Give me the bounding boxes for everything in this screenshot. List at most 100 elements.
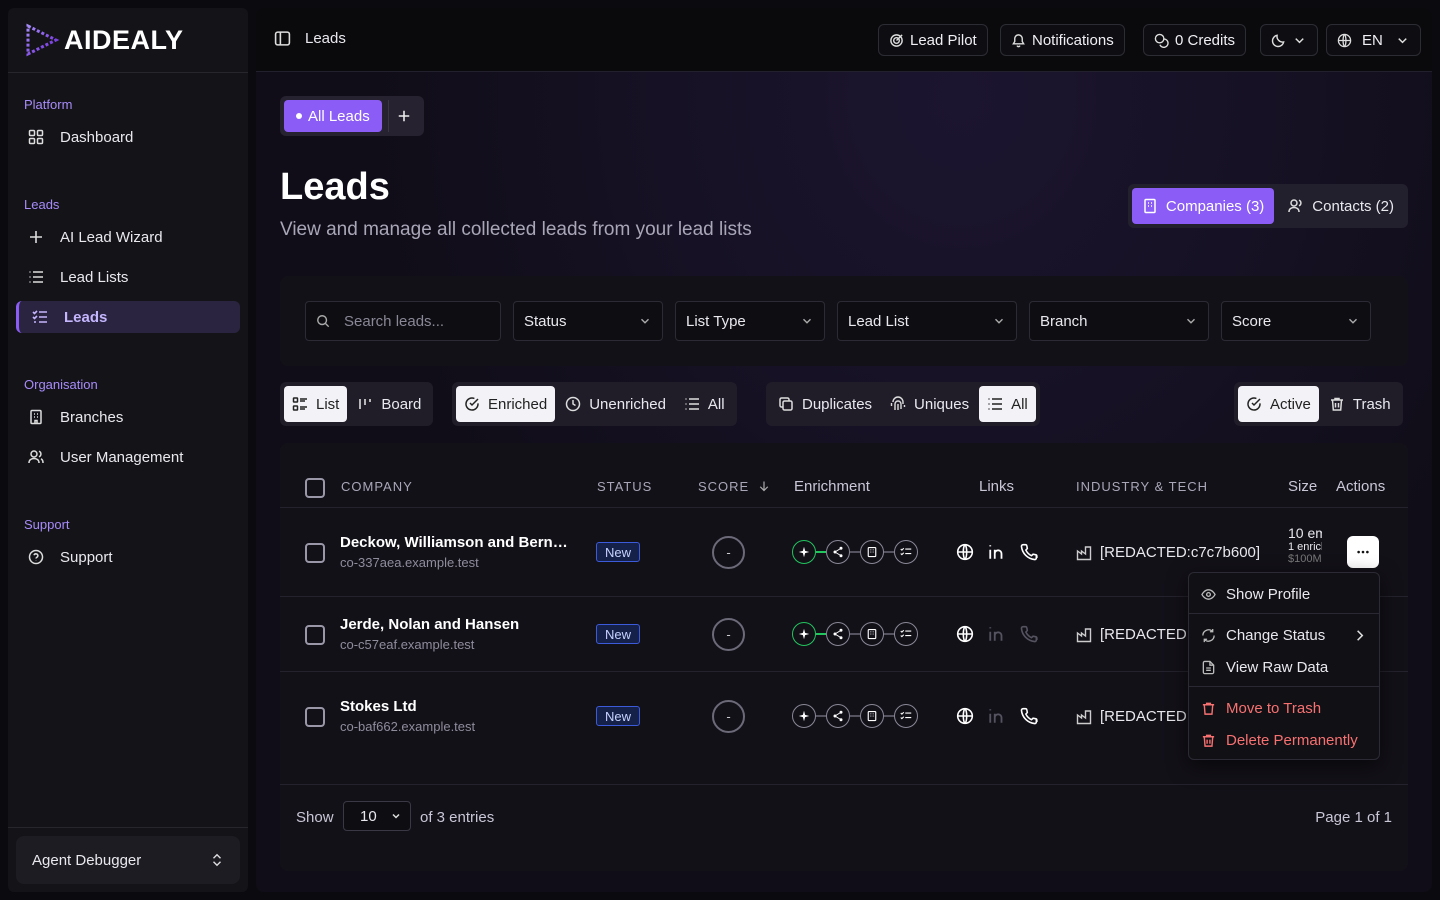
- companies-toggle[interactable]: Companies (3): [1131, 188, 1275, 224]
- unenriched-toggle[interactable]: Unenriched: [557, 386, 674, 422]
- globe-icon[interactable]: [956, 707, 974, 725]
- row-actions-menu: Show Profile Change Status View Raw Data…: [1188, 572, 1380, 760]
- credits-button[interactable]: 0 Credits: [1143, 24, 1247, 56]
- lead-list-filter[interactable]: Lead List: [837, 301, 1017, 341]
- sidebar-item-dashboard[interactable]: Dashboard: [16, 121, 240, 153]
- help-circle-icon: [28, 549, 44, 565]
- group-label-organisation: Organisation: [24, 377, 98, 392]
- tab-all-leads[interactable]: All Leads: [284, 100, 382, 132]
- status-badge: New: [596, 624, 641, 644]
- logo-icon: [26, 23, 60, 57]
- sidebar-item-support[interactable]: Support: [16, 541, 240, 573]
- phone-icon[interactable]: [1020, 707, 1038, 725]
- page-size-select[interactable]: 10: [343, 801, 411, 831]
- all-duplicates-toggle[interactable]: All: [979, 386, 1036, 422]
- sidebar-item-user-management[interactable]: User Management: [16, 441, 240, 473]
- table-header: COMPANY STATUS SCORE Enrichment Links IN…: [280, 443, 1408, 508]
- score-filter[interactable]: Score: [1221, 301, 1371, 341]
- add-view-button[interactable]: [387, 100, 420, 132]
- contacts-toggle[interactable]: Contacts (2): [1278, 188, 1404, 224]
- enrichment-toggle: Enriched Unenriched All: [452, 382, 737, 426]
- size-revenue: $100M: [1288, 553, 1322, 565]
- sidebar-toggle-icon[interactable]: [274, 30, 291, 47]
- language-selector[interactable]: EN: [1326, 24, 1421, 56]
- group-label-support: Support: [24, 517, 70, 532]
- menu-move-to-trash[interactable]: Move to Trash: [1201, 694, 1367, 722]
- check-circle-icon: [1247, 397, 1261, 411]
- show-label: Show: [296, 809, 334, 826]
- company-domain: co-c57eaf.example.test: [340, 637, 475, 652]
- step-connector: [884, 551, 894, 553]
- sidebar-item-lead-lists[interactable]: Lead Lists: [16, 261, 240, 293]
- step-connector: [884, 715, 894, 717]
- search-placeholder: Search leads...: [344, 312, 445, 330]
- page-subtitle: View and manage all collected leads from…: [280, 219, 752, 240]
- menu-delete-permanently[interactable]: Delete Permanently: [1201, 726, 1367, 754]
- topbar-left: Leads: [274, 30, 346, 47]
- sidebar-item-ai-lead-wizard[interactable]: AI Lead Wizard: [16, 221, 240, 253]
- brand-logo[interactable]: AIDEALY: [24, 22, 184, 58]
- uniques-toggle[interactable]: Uniques: [882, 386, 977, 422]
- sidebar-item-branches[interactable]: Branches: [16, 401, 240, 433]
- duplicates-toggle[interactable]: Duplicates: [770, 386, 880, 422]
- company-name[interactable]: Deckow, Williamson and Bernhard: [340, 534, 568, 551]
- plus-icon: [30, 231, 42, 243]
- select-all-checkbox[interactable]: [305, 478, 325, 498]
- chevrons-up-down-icon: [213, 853, 221, 867]
- list-type-filter[interactable]: List Type: [675, 301, 825, 341]
- status-filter[interactable]: Status: [513, 301, 663, 341]
- active-dot: [296, 113, 302, 119]
- trash-view-toggle[interactable]: Trash: [1321, 386, 1399, 422]
- linkedin-icon[interactable]: [988, 543, 1006, 561]
- company-name[interactable]: Stokes Ltd: [340, 698, 568, 715]
- theme-toggle-button[interactable]: [1260, 24, 1318, 56]
- header-actions: Actions: [1336, 478, 1386, 495]
- sidebar-item-leads[interactable]: Leads: [16, 301, 240, 333]
- industry-text: [REDACTED:f: [1100, 626, 1196, 643]
- row-actions-button[interactable]: [1347, 536, 1379, 568]
- header-company[interactable]: COMPANY: [341, 479, 413, 494]
- all-enrichment-toggle[interactable]: All: [676, 386, 733, 422]
- entity-type-toggle: Companies (3) Contacts (2): [1127, 184, 1408, 228]
- row-checkbox[interactable]: [305, 707, 325, 727]
- board-view-toggle[interactable]: Board: [349, 386, 429, 422]
- sidebar-footer-divider: [8, 827, 248, 828]
- agent-debugger-selector[interactable]: Agent Debugger: [16, 836, 240, 884]
- copy-icon: [779, 397, 793, 411]
- arrow-down-icon: [759, 481, 769, 492]
- menu-view-raw-data[interactable]: View Raw Data: [1201, 653, 1367, 681]
- header-status[interactable]: STATUS: [597, 479, 652, 494]
- enrichment-steps: [792, 540, 918, 564]
- globe-icon[interactable]: [956, 543, 974, 561]
- enriched-toggle[interactable]: Enriched: [456, 386, 556, 422]
- company-domain: co-337aea.example.test: [340, 555, 479, 570]
- status-badge: New: [596, 706, 641, 726]
- language-label: EN: [1362, 31, 1383, 49]
- branch-filter[interactable]: Branch: [1029, 301, 1209, 341]
- menu-change-status-label: Change Status: [1226, 626, 1326, 644]
- notifications-button[interactable]: Notifications: [1000, 24, 1125, 56]
- row-checkbox[interactable]: [305, 625, 325, 645]
- file-text-icon: [1202, 660, 1215, 674]
- sidebar-item-label: Branches: [60, 408, 124, 426]
- phone-icon[interactable]: [1020, 543, 1038, 561]
- active-toggle[interactable]: Active: [1238, 386, 1319, 422]
- menu-show-profile[interactable]: Show Profile: [1201, 580, 1367, 608]
- enrichment-steps: [792, 704, 918, 728]
- list-view-toggle[interactable]: List: [284, 386, 348, 422]
- share-icon: [826, 622, 850, 646]
- search-input[interactable]: Search leads...: [305, 301, 501, 341]
- row-checkbox[interactable]: [305, 543, 325, 563]
- lead-pilot-button[interactable]: Lead Pilot: [878, 24, 988, 56]
- menu-change-status[interactable]: Change Status: [1201, 621, 1367, 649]
- menu-divider: [1189, 686, 1379, 687]
- header-score[interactable]: SCORE: [698, 479, 770, 494]
- company-name[interactable]: Jerde, Nolan and Hansen: [340, 616, 568, 633]
- step-connector: [850, 715, 860, 717]
- factory-icon: [1076, 627, 1092, 642]
- list-check-icon: [894, 540, 918, 564]
- sparkle-icon: [792, 540, 816, 564]
- globe-icon[interactable]: [956, 625, 974, 643]
- enriched-label: Enriched: [488, 395, 548, 413]
- entries-count: of 3 entries: [420, 809, 495, 826]
